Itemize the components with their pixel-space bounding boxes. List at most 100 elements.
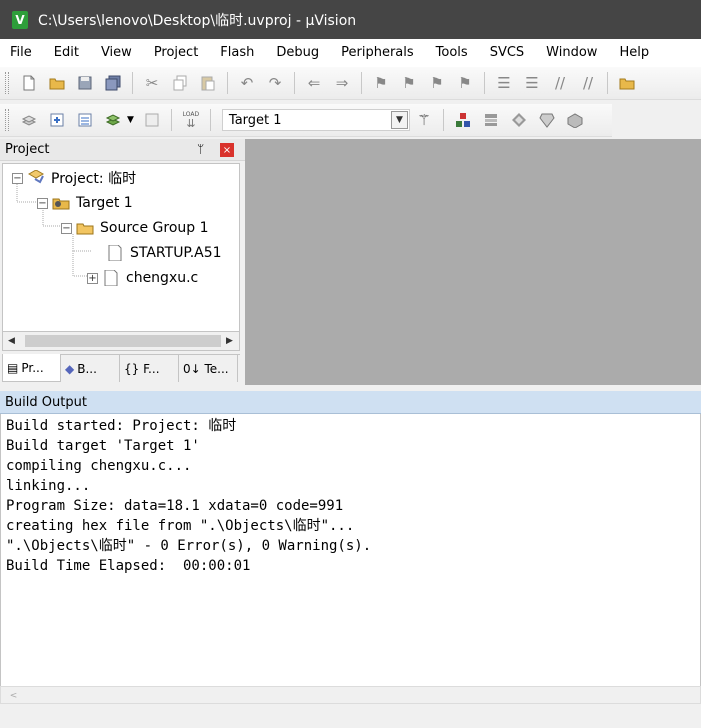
toolbar-separator bbox=[607, 72, 608, 94]
paste-button[interactable] bbox=[196, 71, 220, 95]
menu-view[interactable]: View bbox=[90, 39, 143, 67]
find-in-files-button[interactable] bbox=[615, 71, 639, 95]
clear-bookmarks-button[interactable]: ⚑ bbox=[453, 71, 477, 95]
copy-button[interactable] bbox=[168, 71, 192, 95]
target-select[interactable]: Target 1 ▼ bbox=[221, 109, 410, 131]
menu-flash[interactable]: Flash bbox=[209, 39, 265, 67]
undo-button[interactable]: ↶ bbox=[235, 71, 259, 95]
tab-project[interactable]: ▤ Pr... bbox=[2, 354, 61, 382]
arrow-right-icon: ⇒ bbox=[335, 74, 349, 92]
toolbar-separator bbox=[294, 72, 295, 94]
toolbar-separator bbox=[442, 109, 444, 131]
editor-area[interactable] bbox=[245, 139, 701, 385]
tree-label-target: Target 1 bbox=[76, 195, 133, 211]
manage-run-time-environment-button[interactable] bbox=[507, 108, 531, 132]
uncomment-button[interactable]: // bbox=[576, 71, 600, 95]
tree-node-file-chengxu[interactable]: + chengxu.c bbox=[87, 267, 198, 289]
pin-icon[interactable]: ᛘ bbox=[197, 142, 204, 156]
translate-button[interactable] bbox=[17, 108, 41, 132]
indent-button[interactable]: ☰ bbox=[492, 71, 516, 95]
menu-edit[interactable]: Edit bbox=[43, 39, 90, 67]
menu-debug[interactable]: Debug bbox=[265, 39, 330, 67]
batch-build-dropdown-arrow[interactable]: ▼ bbox=[127, 115, 134, 125]
stop-build-button[interactable] bbox=[140, 108, 164, 132]
redo-button[interactable]: ↷ bbox=[263, 71, 287, 95]
menu-help[interactable]: Help bbox=[608, 39, 660, 67]
bookmark-clear-icon: ⚑ bbox=[458, 74, 472, 92]
collapse-icon[interactable]: − bbox=[12, 172, 23, 184]
menu-tools[interactable]: Tools bbox=[425, 39, 479, 67]
toolbar-grip[interactable] bbox=[5, 72, 9, 94]
pack-installer-button[interactable] bbox=[535, 108, 559, 132]
tree-node-target[interactable]: − Target 1 bbox=[37, 192, 133, 214]
project-items-icon bbox=[455, 113, 470, 127]
navigate-forward-button[interactable]: ⇒ bbox=[330, 71, 354, 95]
file-icon bbox=[108, 245, 122, 261]
previous-bookmark-button[interactable]: ⚑ bbox=[397, 71, 421, 95]
status-bar bbox=[0, 704, 701, 728]
build-output-text[interactable]: Build started: Project: 临时 Build target … bbox=[0, 414, 701, 686]
build-output-line: creating hex file from ".\Objects\临时"... bbox=[6, 518, 355, 534]
indent-icon: ☰ bbox=[497, 74, 511, 92]
cut-button[interactable]: ✂ bbox=[140, 71, 164, 95]
project-tree-horizontal-scrollbar[interactable]: ◀ ▶ bbox=[2, 332, 240, 351]
software-packs-button[interactable] bbox=[563, 108, 587, 132]
copy-icon bbox=[173, 75, 187, 91]
magic-wand-icon: ⚚ bbox=[417, 111, 431, 129]
arrow-left-icon: ⇐ bbox=[307, 74, 321, 92]
scissors-icon: ✂ bbox=[145, 74, 159, 92]
build-button[interactable] bbox=[45, 108, 69, 132]
tree-node-project[interactable]: − Project: 临时 bbox=[12, 167, 136, 189]
open-folder-icon bbox=[49, 78, 65, 90]
translate-icon bbox=[21, 115, 37, 126]
collapse-icon[interactable]: − bbox=[61, 222, 72, 234]
build-icon bbox=[50, 113, 64, 127]
insert-bookmark-button[interactable]: ⚑ bbox=[369, 71, 393, 95]
download-button[interactable]: LOAD ⇊ bbox=[179, 108, 203, 132]
bookmark-next-icon: ⚑ bbox=[430, 74, 444, 92]
tab-functions-label: {} F... bbox=[124, 361, 160, 376]
tree-node-file-startup[interactable]: STARTUP.A51 bbox=[106, 242, 222, 264]
toolbar-separator bbox=[361, 72, 362, 94]
scrollbar-thumb[interactable] bbox=[25, 335, 221, 347]
menu-project[interactable]: Project bbox=[143, 39, 209, 67]
unindent-button[interactable]: ☰ bbox=[520, 71, 544, 95]
rebuild-button[interactable] bbox=[73, 108, 97, 132]
menu-peripherals[interactable]: Peripherals bbox=[330, 39, 425, 67]
expand-icon[interactable]: + bbox=[87, 272, 98, 284]
tab-books[interactable]: ◆ B... bbox=[61, 355, 120, 382]
menu-window[interactable]: Window bbox=[535, 39, 608, 67]
uvision-app-icon: V bbox=[12, 10, 28, 29]
build-output-line: compiling chengxu.c... bbox=[6, 458, 192, 474]
build-output-horizontal-scrollbar[interactable]: < bbox=[0, 686, 701, 704]
tab-templates[interactable]: 0↓ Te... bbox=[179, 355, 238, 382]
next-bookmark-button[interactable]: ⚑ bbox=[425, 71, 449, 95]
menu-file[interactable]: File bbox=[0, 39, 43, 67]
rebuild-icon bbox=[78, 113, 92, 127]
gem-icon bbox=[539, 113, 555, 128]
tab-project-label: Pr... bbox=[21, 360, 44, 375]
select-packs-button[interactable] bbox=[479, 108, 503, 132]
tab-functions[interactable]: {} F... bbox=[120, 355, 179, 382]
target-options-button[interactable]: ⚚ bbox=[412, 108, 436, 132]
scroll-right-icon[interactable]: ▶ bbox=[221, 333, 238, 350]
stop-build-icon bbox=[145, 113, 159, 127]
new-file-button[interactable] bbox=[17, 71, 41, 95]
scroll-left-icon[interactable]: ◀ bbox=[3, 333, 20, 350]
save-button[interactable] bbox=[73, 71, 97, 95]
project-icon bbox=[27, 170, 45, 184]
menu-svcs[interactable]: SVCS bbox=[479, 39, 535, 67]
chevron-down-icon[interactable]: ▼ bbox=[390, 111, 408, 129]
toolbar-grip[interactable] bbox=[5, 109, 9, 131]
comment-button[interactable]: // bbox=[548, 71, 572, 95]
build-output-line: Build target 'Target 1' bbox=[6, 438, 200, 454]
manage-project-items-button[interactable] bbox=[451, 108, 475, 132]
save-all-button[interactable] bbox=[101, 71, 125, 95]
navigate-back-button[interactable]: ⇐ bbox=[302, 71, 326, 95]
open-file-button[interactable] bbox=[45, 71, 69, 95]
scroll-left-icon[interactable]: < bbox=[5, 687, 22, 704]
batch-build-button[interactable] bbox=[101, 108, 125, 132]
collapse-icon[interactable]: − bbox=[37, 197, 48, 209]
close-panel-button[interactable]: × bbox=[220, 143, 234, 157]
tree-node-source-group[interactable]: − Source Group 1 bbox=[61, 217, 209, 239]
